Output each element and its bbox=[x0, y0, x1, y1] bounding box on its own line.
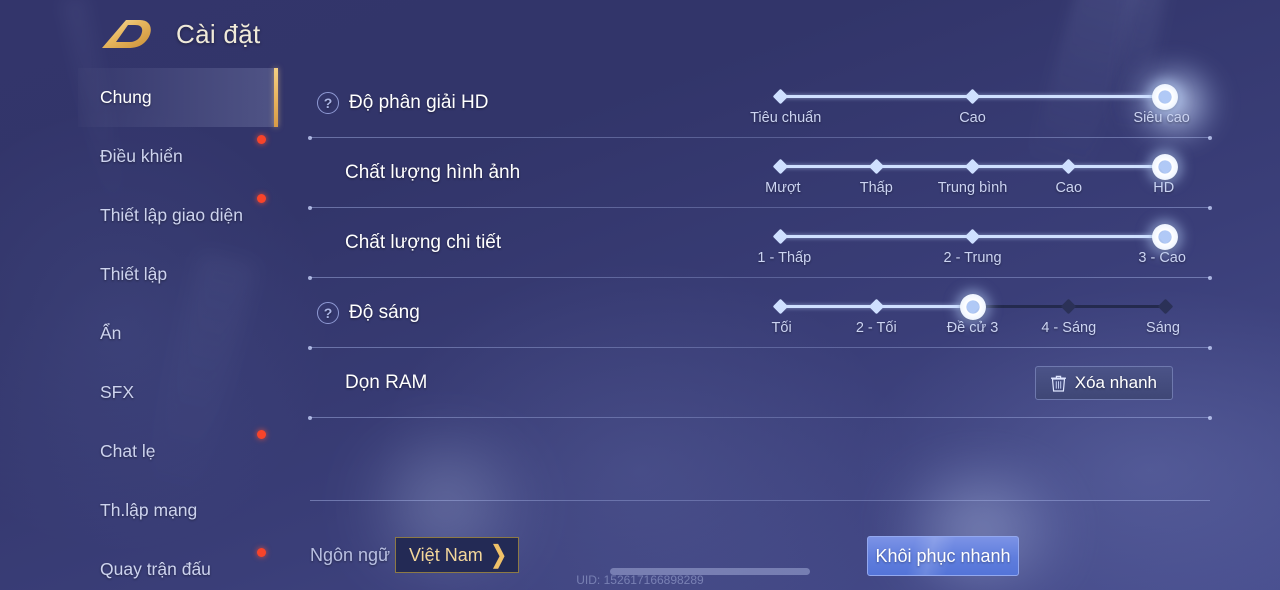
slider-tick-label-2: Siêu cao bbox=[1133, 110, 1190, 126]
row-divider bbox=[308, 415, 1212, 420]
question-mark-icon[interactable]: ? bbox=[317, 92, 339, 114]
setting-label-wrap: Chất lượng hình ảnh bbox=[345, 162, 520, 184]
sidebar-item-3[interactable]: Thiết lập bbox=[78, 245, 278, 304]
slider-tick-label-3: 4 - Sáng bbox=[1041, 320, 1097, 336]
restore-button-label: Khôi phục nhanh bbox=[875, 545, 1011, 566]
sidebar-item-label: Quay trận đấu bbox=[100, 559, 211, 579]
settings-screen: Cài đặt Chung Điều khiển Thiết lập giao di… bbox=[0, 0, 1280, 590]
sidebar-item-label: Thiết lập bbox=[100, 264, 168, 284]
trash-icon bbox=[1050, 375, 1066, 392]
slider-tick-4[interactable] bbox=[1157, 298, 1173, 315]
setting-slider-0[interactable]: Tiêu chuẩn Cao Siêu cao bbox=[750, 82, 1190, 134]
slider-tick-0[interactable] bbox=[772, 228, 788, 245]
sidebar-item-label: Ẩn bbox=[100, 323, 122, 343]
slider-tick-2[interactable] bbox=[964, 158, 981, 175]
setting-label-wrap: Chất lượng chi tiết bbox=[345, 232, 501, 254]
setting-label-wrap: ? Độ sáng bbox=[317, 302, 420, 324]
setting-row-1: Chất lượng hình ảnh Mượt Thấp Trung bình Cao… bbox=[300, 138, 1212, 210]
slider-tick-1[interactable] bbox=[868, 158, 885, 175]
setting-slider-3[interactable]: Tối 2 - Tối Đề cử 3 4 - Sáng Sáng bbox=[772, 292, 1180, 344]
sidebar-item-7[interactable]: Th.lập mạng bbox=[78, 481, 278, 540]
language-value: Việt Nam bbox=[409, 544, 483, 565]
slider-thumb[interactable] bbox=[1152, 83, 1178, 110]
slider-tick-label-1: 2 - Tối bbox=[855, 320, 897, 336]
slider-tick-1[interactable] bbox=[868, 298, 885, 315]
setting-label: Chất lượng chi tiết bbox=[345, 232, 502, 253]
slider-tick-label-2: Trung bình bbox=[937, 180, 1008, 196]
setting-label: Độ sáng bbox=[349, 302, 420, 323]
sidebar-item-1[interactable]: Điều khiển bbox=[78, 127, 278, 186]
setting-label: Độ phân giải HD bbox=[349, 92, 489, 113]
slider-tick-label-0: Mượt bbox=[765, 180, 801, 196]
slider-tick-label-2: 3 - Cao bbox=[1138, 250, 1186, 266]
clear-ram-button[interactable]: Xóa nhanh bbox=[1034, 366, 1173, 400]
sidebar-item-0[interactable]: Chung bbox=[78, 68, 278, 127]
setting-row-2: Chất lượng chi tiết 1 - Thấp 2 - Trung 3 - … bbox=[300, 208, 1212, 280]
slider-tick-label-1: Thấp bbox=[859, 180, 893, 196]
notification-badge-dot bbox=[257, 548, 266, 557]
slider-tick-1[interactable] bbox=[964, 88, 981, 105]
question-mark-icon[interactable]: ? bbox=[317, 302, 339, 324]
restore-button[interactable]: Khôi phục nhanh bbox=[867, 536, 1019, 576]
sidebar-item-4[interactable]: Ẩn bbox=[78, 304, 278, 363]
language-label: Ngôn ngữ bbox=[310, 545, 391, 565]
notification-badge-dot bbox=[257, 135, 266, 144]
slider-thumb[interactable] bbox=[1152, 223, 1178, 250]
sidebar-item-5[interactable]: SFX bbox=[78, 363, 278, 422]
language-selector[interactable]: Việt Nam ❯ bbox=[395, 537, 519, 573]
slider-tick-label-4: Sáng bbox=[1146, 320, 1180, 336]
slider-tick-label-3: Cao bbox=[1055, 180, 1083, 196]
notification-badge-dot bbox=[257, 194, 266, 203]
slider-tick-label-0: Tối bbox=[771, 320, 792, 336]
sidebar-item-label: Th.lập mạng bbox=[100, 500, 198, 520]
slider-tick-3[interactable] bbox=[1060, 298, 1077, 315]
sidebar-item-label: Thiết lập giao diện bbox=[100, 205, 244, 225]
settings-content: ? Độ phân giải HD Tiêu chuẩn Cao Siêu cao Chấ… bbox=[300, 68, 1212, 590]
sidebar-item-label: Điều khiển bbox=[100, 146, 183, 166]
footer-divider bbox=[310, 500, 1210, 501]
sidebar-item-6[interactable]: Chat lẹ bbox=[78, 422, 278, 481]
clear-ram-button-label: Xóa nhanh bbox=[1074, 373, 1157, 392]
footer-bar: Ngôn ngữ Việt Nam ❯ Khôi phục nhanh bbox=[300, 523, 1210, 590]
setting-label-wrap: ? Độ phân giải HD bbox=[317, 92, 489, 114]
setting-label: Chất lượng hình ảnh bbox=[345, 162, 521, 183]
slider-tick-label-0: 1 - Thấp bbox=[757, 250, 812, 266]
sidebar-item-8[interactable]: Quay trận đấu bbox=[78, 540, 278, 590]
slider-thumb[interactable] bbox=[1152, 153, 1178, 180]
slider-thumb[interactable] bbox=[959, 293, 986, 320]
setting-row-3: ? Độ sáng Tối 2 - Tối Đề cử 3 4 - Sáng Sáng bbox=[300, 278, 1212, 350]
slider-tick-3[interactable] bbox=[1060, 158, 1077, 175]
page-title: Cài đặt bbox=[176, 18, 261, 49]
slider-tick-0[interactable] bbox=[772, 298, 788, 315]
slider-tick-1[interactable] bbox=[964, 228, 981, 245]
setting-row-4: Dọn RAM Xóa nhanh bbox=[300, 348, 1212, 420]
sidebar: Chung Điều khiển Thiết lập giao diện Thiết … bbox=[78, 68, 278, 590]
slider-tick-label-4: HD bbox=[1153, 180, 1175, 196]
sidebar-item-label: Chung bbox=[100, 87, 152, 107]
header-bar: Cài đặt bbox=[0, 0, 1280, 68]
slider-tick-label-1: Cao bbox=[959, 110, 986, 126]
slider-tick-label-1: 2 - Trung bbox=[943, 250, 1002, 266]
slider-tick-0[interactable] bbox=[772, 158, 788, 175]
slider-tick-0[interactable] bbox=[772, 88, 788, 105]
setting-slider-1[interactable]: Mượt Thấp Trung bình Cao HD bbox=[765, 152, 1178, 204]
slider-tick-label-2: Đề cử 3 bbox=[946, 320, 999, 336]
setting-slider-2[interactable]: 1 - Thấp 2 - Trung 3 - Cao bbox=[757, 222, 1186, 274]
notification-badge-dot bbox=[257, 430, 266, 439]
setting-label: Dọn RAM bbox=[345, 372, 428, 393]
slider-tick-label-0: Tiêu chuẩn bbox=[750, 110, 822, 126]
sidebar-item-2[interactable]: Thiết lập giao diện bbox=[78, 186, 278, 245]
chevron-right-icon: ❯ bbox=[490, 541, 507, 569]
sidebar-item-label: SFX bbox=[100, 382, 135, 402]
setting-label-wrap: Dọn RAM bbox=[345, 372, 427, 394]
setting-row-0: ? Độ phân giải HD Tiêu chuẩn Cao Siêu cao bbox=[300, 68, 1212, 140]
sidebar-item-label: Chat lẹ bbox=[100, 441, 156, 461]
arena-logo-icon bbox=[102, 20, 151, 48]
